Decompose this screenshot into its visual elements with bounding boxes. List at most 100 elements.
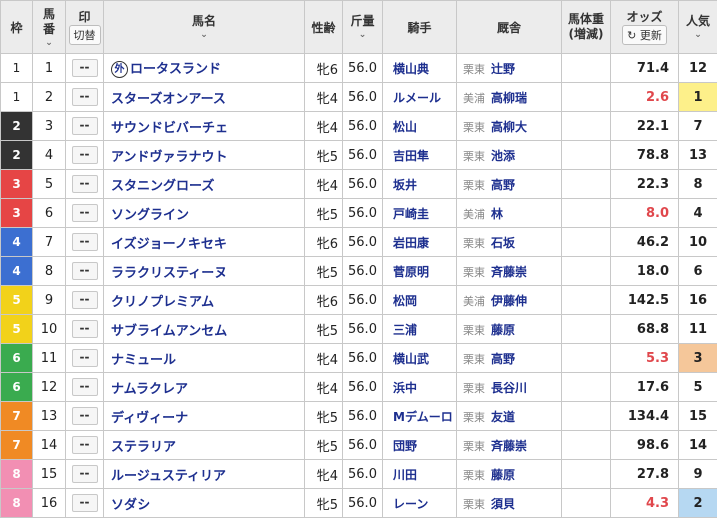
jockey-cell[interactable]: 菅原明 xyxy=(383,257,457,286)
mark-cell[interactable]: -- xyxy=(66,112,104,141)
trainer-link[interactable]: 斉藤崇 xyxy=(491,439,527,453)
jockey-cell[interactable]: 岩田康 xyxy=(383,228,457,257)
mark-select-button[interactable]: -- xyxy=(72,291,98,309)
horse-name-link[interactable]: クリノプレミアム xyxy=(111,295,214,310)
mark-select-button[interactable]: -- xyxy=(72,407,98,425)
mark-cell[interactable]: -- xyxy=(66,199,104,228)
trainer-cell[interactable]: 栗東藤原 xyxy=(457,460,562,489)
trainer-link[interactable]: 辻野 xyxy=(491,62,515,76)
jockey-cell[interactable]: 川田 xyxy=(383,460,457,489)
trainer-link[interactable]: 伊藤伸 xyxy=(491,294,527,308)
jockey-link[interactable]: Mデムーロ xyxy=(393,410,453,424)
horse-name-cell[interactable]: サブライムアンセム xyxy=(104,315,305,344)
horse-name-link[interactable]: ララクリスティーヌ xyxy=(111,266,227,281)
mark-cell[interactable]: -- xyxy=(66,460,104,489)
mark-cell[interactable]: -- xyxy=(66,315,104,344)
horse-name-link[interactable]: ディヴィーナ xyxy=(111,411,188,426)
jockey-link[interactable]: ルメール xyxy=(393,91,441,105)
trainer-link[interactable]: 長谷川 xyxy=(491,381,527,395)
mark-select-button[interactable]: -- xyxy=(72,465,98,483)
header-umaban[interactable]: 馬 番 ⌄ xyxy=(33,1,66,54)
mark-cell[interactable]: -- xyxy=(66,344,104,373)
mark-cell[interactable]: -- xyxy=(66,431,104,460)
trainer-cell[interactable]: 美浦伊藤伸 xyxy=(457,286,562,315)
horse-name-link[interactable]: サウンドビバーチェ xyxy=(111,121,228,136)
horse-name-cell[interactable]: ナミュール xyxy=(104,344,305,373)
mark-select-button[interactable]: -- xyxy=(72,175,98,193)
mark-select-button[interactable]: -- xyxy=(72,146,98,164)
mark-cell[interactable]: -- xyxy=(66,257,104,286)
jockey-cell[interactable]: Mデムーロ xyxy=(383,402,457,431)
horse-name-cell[interactable]: 外ロータスランド xyxy=(104,54,305,83)
trainer-cell[interactable]: 栗東斉藤崇 xyxy=(457,431,562,460)
trainer-link[interactable]: 石坂 xyxy=(491,236,515,250)
trainer-cell[interactable]: 美浦林 xyxy=(457,199,562,228)
mark-select-button[interactable]: -- xyxy=(72,117,98,135)
jockey-link[interactable]: 岩田康 xyxy=(393,236,429,250)
trainer-link[interactable]: 斉藤崇 xyxy=(491,265,527,279)
mark-select-button[interactable]: -- xyxy=(72,204,98,222)
trainer-link[interactable]: 高野 xyxy=(491,178,515,192)
jockey-link[interactable]: 坂井 xyxy=(393,178,417,192)
horse-name-link[interactable]: ソングライン xyxy=(111,208,189,223)
horse-name-link[interactable]: ルージュスティリア xyxy=(111,469,226,484)
trainer-cell[interactable]: 栗東友道 xyxy=(457,402,562,431)
mark-cell[interactable]: -- xyxy=(66,141,104,170)
trainer-cell[interactable]: 栗東藤原 xyxy=(457,315,562,344)
horse-name-link[interactable]: スターズオンアース xyxy=(111,92,226,107)
horse-name-cell[interactable]: ソダシ xyxy=(104,489,305,518)
trainer-link[interactable]: 高柳瑞 xyxy=(491,91,527,105)
mark-cell[interactable]: -- xyxy=(66,228,104,257)
jockey-cell[interactable]: レーン xyxy=(383,489,457,518)
mark-cell[interactable]: -- xyxy=(66,286,104,315)
horse-name-cell[interactable]: サウンドビバーチェ xyxy=(104,112,305,141)
trainer-link[interactable]: 友道 xyxy=(491,410,515,424)
horse-name-cell[interactable]: ソングライン xyxy=(104,199,305,228)
horse-name-link[interactable]: ナムラクレア xyxy=(111,382,188,397)
trainer-link[interactable]: 林 xyxy=(491,207,503,221)
mark-cell[interactable]: -- xyxy=(66,54,104,83)
jockey-link[interactable]: 浜中 xyxy=(393,381,417,395)
horse-name-link[interactable]: ステラリア xyxy=(111,440,176,455)
header-weight[interactable]: 斤量 ⌄ xyxy=(343,1,383,54)
jockey-link[interactable]: 団野 xyxy=(393,439,417,453)
mark-cell[interactable]: -- xyxy=(66,489,104,518)
trainer-link[interactable]: 藤原 xyxy=(491,468,515,482)
trainer-cell[interactable]: 栗東長谷川 xyxy=(457,373,562,402)
header-horse[interactable]: 馬名 ⌄ xyxy=(104,1,305,54)
mark-select-button[interactable]: -- xyxy=(72,262,98,280)
mark-select-button[interactable]: -- xyxy=(72,320,98,338)
mark-select-button[interactable]: -- xyxy=(72,59,98,77)
trainer-cell[interactable]: 栗東辻野 xyxy=(457,54,562,83)
mark-select-button[interactable]: -- xyxy=(72,233,98,251)
chevron-down-icon[interactable]: ⌄ xyxy=(33,39,65,48)
jockey-cell[interactable]: 松岡 xyxy=(383,286,457,315)
jockey-link[interactable]: レーン xyxy=(393,497,428,511)
jockey-link[interactable]: 横山武 xyxy=(393,352,429,366)
chevron-down-icon[interactable]: ⌄ xyxy=(343,31,382,40)
jockey-link[interactable]: 松岡 xyxy=(393,294,417,308)
trainer-link[interactable]: 高柳大 xyxy=(491,120,527,134)
horse-name-cell[interactable]: クリノプレミアム xyxy=(104,286,305,315)
jockey-cell[interactable]: 横山武 xyxy=(383,344,457,373)
horse-name-link[interactable]: アンドヴァラナウト xyxy=(111,150,227,165)
trainer-link[interactable]: 須貝 xyxy=(491,497,515,511)
jockey-link[interactable]: 三浦 xyxy=(393,323,417,337)
trainer-cell[interactable]: 栗東須貝 xyxy=(457,489,562,518)
jockey-cell[interactable]: 横山典 xyxy=(383,54,457,83)
horse-name-cell[interactable]: スタニングローズ xyxy=(104,170,305,199)
jockey-cell[interactable]: 三浦 xyxy=(383,315,457,344)
mark-select-button[interactable]: -- xyxy=(72,494,98,512)
trainer-link[interactable]: 池添 xyxy=(491,149,515,163)
jockey-cell[interactable]: ルメール xyxy=(383,83,457,112)
mark-select-button[interactable]: -- xyxy=(72,436,98,454)
chevron-down-icon[interactable]: ⌄ xyxy=(679,31,717,40)
horse-name-cell[interactable]: ルージュスティリア xyxy=(104,460,305,489)
trainer-cell[interactable]: 栗東高柳大 xyxy=(457,112,562,141)
horse-name-cell[interactable]: イズジョーノキセキ xyxy=(104,228,305,257)
jockey-cell[interactable]: 戸崎圭 xyxy=(383,199,457,228)
trainer-link[interactable]: 藤原 xyxy=(491,323,515,337)
horse-name-link[interactable]: ソダシ xyxy=(111,498,150,513)
trainer-cell[interactable]: 栗東高野 xyxy=(457,170,562,199)
odds-refresh-button[interactable]: ↻ 更新 xyxy=(622,25,667,45)
